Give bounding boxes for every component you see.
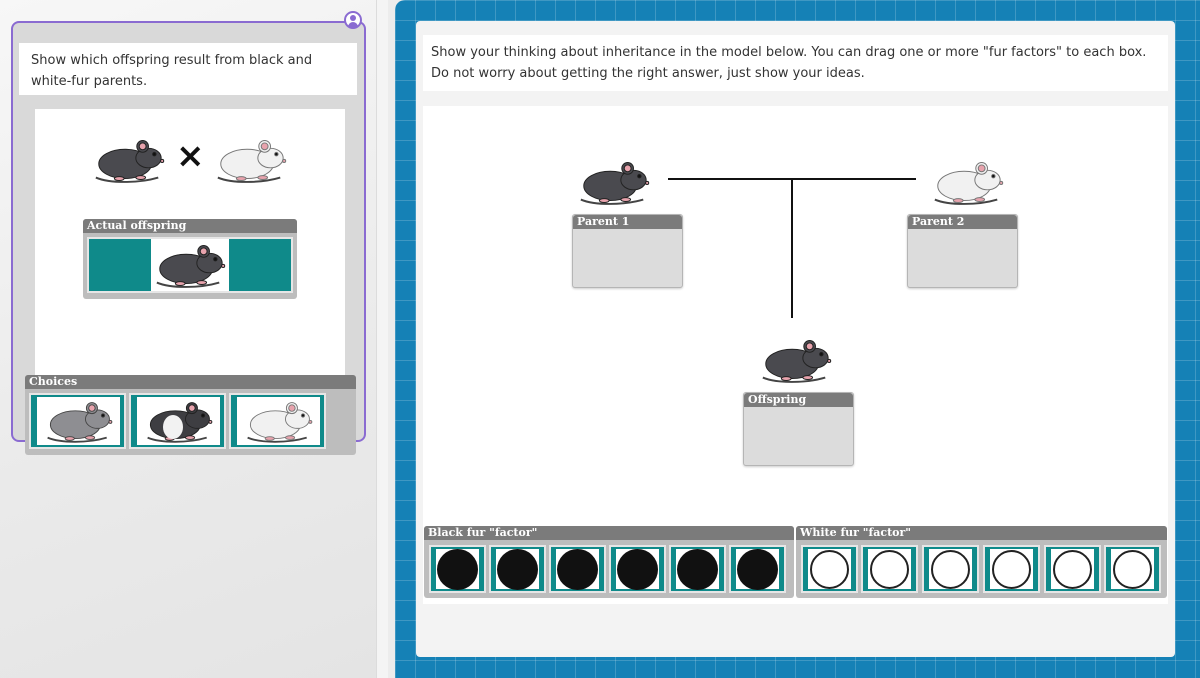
- black-mouse-icon: [757, 334, 835, 386]
- choice-slot: [37, 397, 120, 445]
- actual-offspring-image: [151, 239, 229, 291]
- actual-offspring-slot: [87, 237, 293, 293]
- question-prompt: Show which offspring result from black a…: [19, 43, 357, 95]
- actual-offspring-title: Actual offspring: [83, 219, 297, 233]
- black-factor-token[interactable]: [549, 545, 606, 593]
- user-avatar-icon[interactable]: [344, 11, 362, 29]
- actual-offspring-box: Actual offspring: [83, 219, 297, 299]
- black-factor-title: Black fur "factor": [424, 526, 794, 540]
- factor-cell: [616, 549, 659, 590]
- black-factor-token[interactable]: [669, 545, 726, 593]
- choice-gray-mouse[interactable]: [29, 393, 126, 449]
- black-dot-icon: [557, 549, 598, 590]
- white-dot-icon: [870, 550, 909, 589]
- black-factor-token[interactable]: [489, 545, 546, 593]
- white-factor-token[interactable]: [801, 545, 858, 593]
- factor-cell: [808, 549, 851, 589]
- gray-mouse-icon: [39, 397, 119, 445]
- white-factor-token[interactable]: [861, 545, 918, 593]
- parent1-label: Parent 1: [573, 215, 682, 229]
- black-dot-icon: [497, 549, 538, 590]
- factor-cell: [556, 549, 599, 590]
- black-factor-token[interactable]: [429, 545, 486, 593]
- choice-slot: [237, 397, 320, 445]
- factor-cell: [436, 549, 479, 590]
- black-dot-icon: [737, 549, 778, 590]
- white-factor-token[interactable]: [1044, 545, 1101, 593]
- choice-slot: [137, 397, 220, 445]
- white-factor-token[interactable]: [983, 545, 1040, 593]
- white-dot-icon: [931, 550, 970, 589]
- factor-cell: [496, 549, 539, 590]
- white-factor-bank: White fur "factor": [796, 526, 1167, 598]
- white-factor-token[interactable]: [922, 545, 979, 593]
- white-factor-title: White fur "factor": [796, 526, 1167, 540]
- left-panel-scroll-strip[interactable]: [376, 0, 388, 678]
- white-mouse-icon: [929, 156, 1007, 208]
- spotted-mouse-icon: [139, 397, 219, 445]
- factor-cell: [1051, 549, 1094, 589]
- white-dot-icon: [1053, 550, 1092, 589]
- white-dot-icon: [992, 550, 1031, 589]
- black-factor-bank: Black fur "factor": [424, 526, 794, 598]
- black-dot-icon: [437, 549, 478, 590]
- black-dot-icon: [617, 549, 658, 590]
- choice-spotted-mouse[interactable]: [129, 393, 226, 449]
- question-card: Show which offspring result from black a…: [11, 21, 366, 455]
- white-dot-icon: [1113, 550, 1152, 589]
- black-mouse-icon: [90, 133, 168, 187]
- factor-cell: [1111, 549, 1154, 589]
- choices-box: Choices: [25, 375, 356, 455]
- white-dot-icon: [810, 550, 849, 589]
- factor-cell: [676, 549, 719, 590]
- white-mouse-icon: [239, 397, 319, 445]
- offspring-label: Offspring: [744, 393, 853, 407]
- parent2-label: Parent 2: [908, 215, 1017, 229]
- black-dot-icon: [677, 549, 718, 590]
- model-prompt: Show your thinking about inheritance in …: [423, 35, 1168, 91]
- offspring-drop-box[interactable]: Offspring: [743, 392, 854, 466]
- factor-cell: [868, 549, 911, 589]
- black-mouse-icon: [575, 156, 653, 208]
- black-mouse-icon: [151, 239, 229, 291]
- white-factor-token[interactable]: [1104, 545, 1161, 593]
- choice-white-mouse[interactable]: [229, 393, 326, 449]
- factor-cell: [929, 549, 972, 589]
- black-factor-token[interactable]: [609, 545, 666, 593]
- factor-cell: [736, 549, 779, 590]
- cross-symbol: ×: [176, 136, 205, 176]
- choices-title: Choices: [25, 375, 356, 389]
- white-mouse-icon: [212, 133, 290, 187]
- parent1-drop-box[interactable]: Parent 1: [572, 214, 683, 288]
- factor-cell: [990, 549, 1033, 589]
- parent2-drop-box[interactable]: Parent 2: [907, 214, 1018, 288]
- black-factor-token[interactable]: [729, 545, 786, 593]
- offspring-connector-line: [791, 179, 793, 318]
